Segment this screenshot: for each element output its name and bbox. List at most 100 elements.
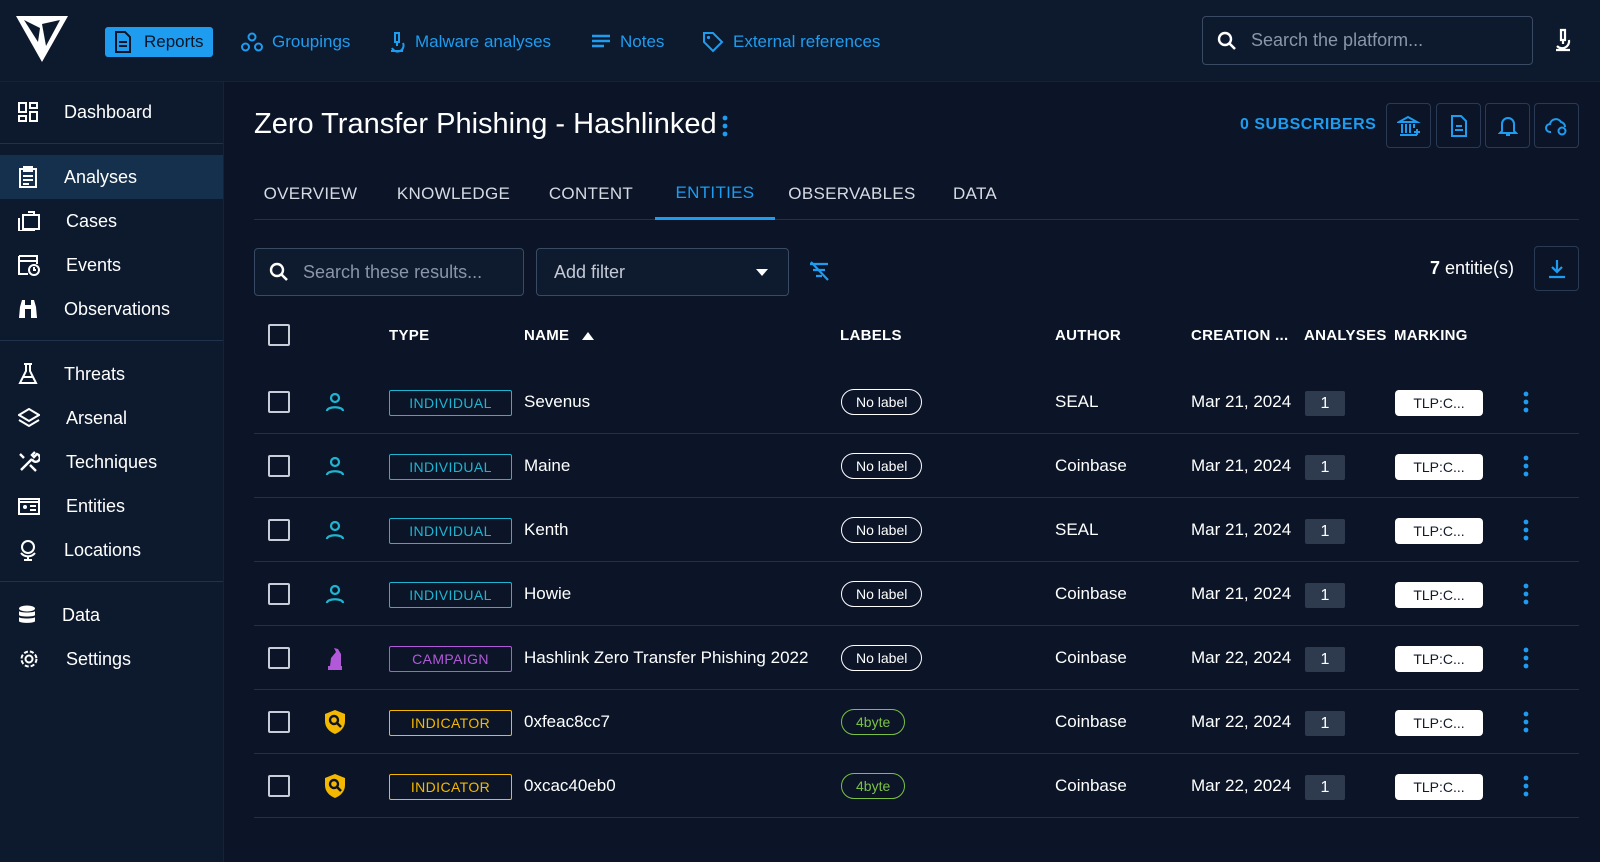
sidebar-item-dashboard[interactable]: Dashboard xyxy=(0,90,223,134)
entity-type-icon xyxy=(320,755,350,817)
nav-malware-analyses[interactable]: Malware analyses xyxy=(388,27,551,57)
entity-author: Coinbase xyxy=(1055,648,1127,667)
sidebar-item-events[interactable]: Events xyxy=(0,243,223,287)
column-header-marking[interactable]: MARKING xyxy=(1394,327,1468,344)
sidebar-item-label: Cases xyxy=(66,210,118,231)
table-row[interactable]: CAMPAIGN Hashlink Zero Transfer Phishing … xyxy=(254,627,1579,690)
more-vertical-icon[interactable] xyxy=(1523,583,1529,605)
marking-badge: TLP:C... xyxy=(1395,454,1483,480)
column-header-author[interactable]: AUTHOR xyxy=(1055,327,1121,344)
table-row[interactable]: INDICATOR 0xcac40eb0 4byte Coinbase Mar 22, … xyxy=(254,755,1579,818)
entities-search-input[interactable]: Search these results... xyxy=(254,248,524,296)
sidebar-item-cases[interactable]: Cases xyxy=(0,199,223,243)
entity-type-icon xyxy=(320,371,350,433)
export-button[interactable] xyxy=(1534,246,1579,291)
sidebar-divider xyxy=(0,581,223,582)
more-vertical-icon[interactable] xyxy=(1523,775,1529,797)
tab-content[interactable]: CONTENT xyxy=(534,168,648,220)
table-row[interactable]: INDIVIDUAL Kenth No label SEAL Mar 21, 2024 1… xyxy=(254,499,1579,562)
sidebar-item-analyses[interactable]: Analyses xyxy=(0,155,223,199)
more-vertical-icon[interactable] xyxy=(1523,647,1529,669)
row-checkbox[interactable] xyxy=(268,775,290,797)
sidebar-item-label: Techniques xyxy=(66,451,158,472)
entity-type-icon xyxy=(320,691,350,753)
marking-badge: TLP:C... xyxy=(1395,518,1483,544)
tab-entities[interactable]: ENTITIES xyxy=(655,168,775,220)
label-chip: 4byte xyxy=(841,709,906,735)
sidebar-item-arsenal[interactable]: Arsenal xyxy=(0,396,223,440)
tab-knowledge[interactable]: KNOWLEDGE xyxy=(391,168,516,220)
label-chip: No label xyxy=(841,645,923,671)
table-row[interactable]: INDIVIDUAL Maine No label Coinbase Mar 21, 2… xyxy=(254,435,1579,498)
select-all-checkbox[interactable] xyxy=(268,324,290,346)
row-checkbox[interactable] xyxy=(268,647,290,669)
row-checkbox[interactable] xyxy=(268,391,290,413)
row-checkbox[interactable] xyxy=(268,519,290,541)
sidebar-item-entities[interactable]: Entities xyxy=(0,484,223,528)
column-header-analyses[interactable]: ANALYSES xyxy=(1304,327,1387,344)
nav-external-references[interactable]: External references xyxy=(702,27,880,57)
platform-search-input[interactable]: Search the platform... xyxy=(1202,16,1533,65)
tab-overview[interactable]: OVERVIEW xyxy=(254,168,367,220)
column-header-type[interactable]: TYPE xyxy=(389,327,429,344)
row-checkbox[interactable] xyxy=(268,583,290,605)
platform-search-placeholder: Search the platform... xyxy=(1251,30,1424,50)
more-vertical-icon[interactable] xyxy=(722,115,728,137)
nav-groupings[interactable]: Groupings xyxy=(241,27,350,57)
tab-data[interactable]: DATA xyxy=(944,168,1006,220)
person-icon xyxy=(325,584,345,604)
table-row[interactable]: INDIVIDUAL Howie No label Coinbase Mar 21, 2… xyxy=(254,563,1579,626)
nav-reports[interactable]: Reports xyxy=(105,27,213,57)
microscope-icon xyxy=(391,32,405,53)
entity-created-date: Mar 21, 2024 xyxy=(1191,456,1292,475)
entities-icon xyxy=(18,498,40,515)
column-header-name[interactable]: NAME xyxy=(524,327,594,344)
sidebar-item-techniques[interactable]: Techniques xyxy=(0,440,223,484)
column-header-creation[interactable]: CREATION ... xyxy=(1191,327,1289,344)
sidebar-item-data[interactable]: Data xyxy=(0,593,223,637)
analyses-icon xyxy=(19,166,37,188)
more-vertical-icon[interactable] xyxy=(1523,391,1529,413)
table-row[interactable]: INDICATOR 0xfeac8cc7 4byte Coinbase Mar 22, … xyxy=(254,691,1579,754)
person-icon xyxy=(325,392,345,412)
clear-filter-icon[interactable] xyxy=(808,261,830,281)
marking-badge: TLP:C... xyxy=(1395,582,1483,608)
gear-icon xyxy=(20,650,38,668)
label-chip: No label xyxy=(841,517,923,543)
row-checkbox[interactable] xyxy=(268,455,290,477)
analyses-count-badge: 1 xyxy=(1305,711,1345,736)
subscribers-count[interactable]: 0 SUBSCRIBERS xyxy=(1240,116,1376,134)
entity-type-icon xyxy=(320,435,350,497)
more-vertical-icon[interactable] xyxy=(1523,519,1529,541)
cases-icon xyxy=(18,211,40,231)
sidebar-item-threats[interactable]: Threats xyxy=(0,352,223,396)
notifications-button[interactable] xyxy=(1485,103,1530,148)
marking-badge: TLP:C... xyxy=(1395,646,1483,672)
sidebar-item-settings[interactable]: Settings xyxy=(0,637,223,681)
database-icon xyxy=(19,605,35,623)
row-checkbox[interactable] xyxy=(268,711,290,733)
sync-button[interactable] xyxy=(1534,103,1579,148)
analyses-count-badge: 1 xyxy=(1305,519,1345,544)
sidebar-item-label: Events xyxy=(66,254,122,275)
add-filter-select[interactable]: Add filter xyxy=(536,248,789,296)
more-vertical-icon[interactable] xyxy=(1523,455,1529,477)
entity-count: 7 entitie(s) xyxy=(1430,258,1514,279)
sidebar-item-observations[interactable]: Observations xyxy=(0,287,223,331)
column-header-labels[interactable]: LABELS xyxy=(840,327,902,344)
microscope-icon[interactable] xyxy=(1553,28,1573,52)
person-icon xyxy=(325,520,345,540)
person-icon xyxy=(325,456,345,476)
tab-observables[interactable]: OBSERVABLES xyxy=(782,168,922,220)
shield-search-icon xyxy=(325,774,345,798)
add-to-organization-button[interactable] xyxy=(1386,103,1431,148)
table-row[interactable]: INDIVIDUAL Sevenus No label SEAL Mar 21, 202… xyxy=(254,371,1579,434)
nav-external-label: External references xyxy=(733,32,881,51)
export-pdf-button[interactable] xyxy=(1436,103,1481,148)
app-logo[interactable] xyxy=(16,16,68,62)
sidebar-item-locations[interactable]: Locations xyxy=(0,528,223,572)
more-vertical-icon[interactable] xyxy=(1523,711,1529,733)
entity-name: Kenth xyxy=(524,520,569,539)
nav-notes[interactable]: Notes xyxy=(591,27,664,57)
report-icon xyxy=(115,31,131,53)
